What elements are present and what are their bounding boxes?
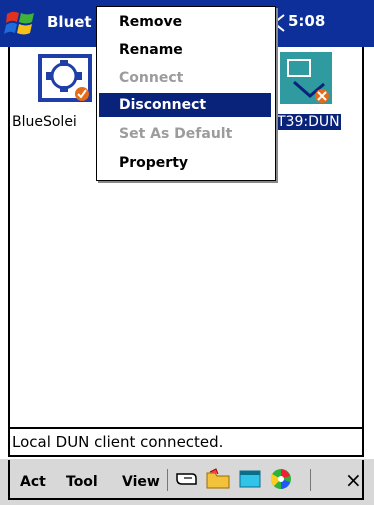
clock[interactable]: 5:08 <box>288 12 325 30</box>
device-label-selected[interactable]: T39:DUN <box>276 114 341 130</box>
app-title: Bluet <box>47 13 92 31</box>
menu-item-remove[interactable]: Remove <box>99 10 271 34</box>
menu-item-property[interactable]: Property <box>99 151 271 175</box>
menu-item-rename[interactable]: Rename <box>99 38 271 62</box>
menu-item-disconnect[interactable]: Disconnect <box>99 93 271 117</box>
menu-bar-frame <box>8 460 364 500</box>
device-label[interactable]: BlueSolei <box>12 114 77 130</box>
dun-service-icon[interactable] <box>280 52 332 104</box>
bluetooth-service-icon[interactable] <box>38 54 92 102</box>
context-menu: Remove Rename Connect Disconnect Set As … <box>96 6 276 181</box>
status-text: Local DUN client connected. <box>12 433 224 451</box>
status-bar: Local DUN client connected. <box>8 427 364 457</box>
menu-item-set-as-default[interactable]: Set As Default <box>99 122 271 146</box>
menu-item-connect[interactable]: Connect <box>99 66 271 90</box>
windows-start-icon[interactable] <box>3 6 39 42</box>
